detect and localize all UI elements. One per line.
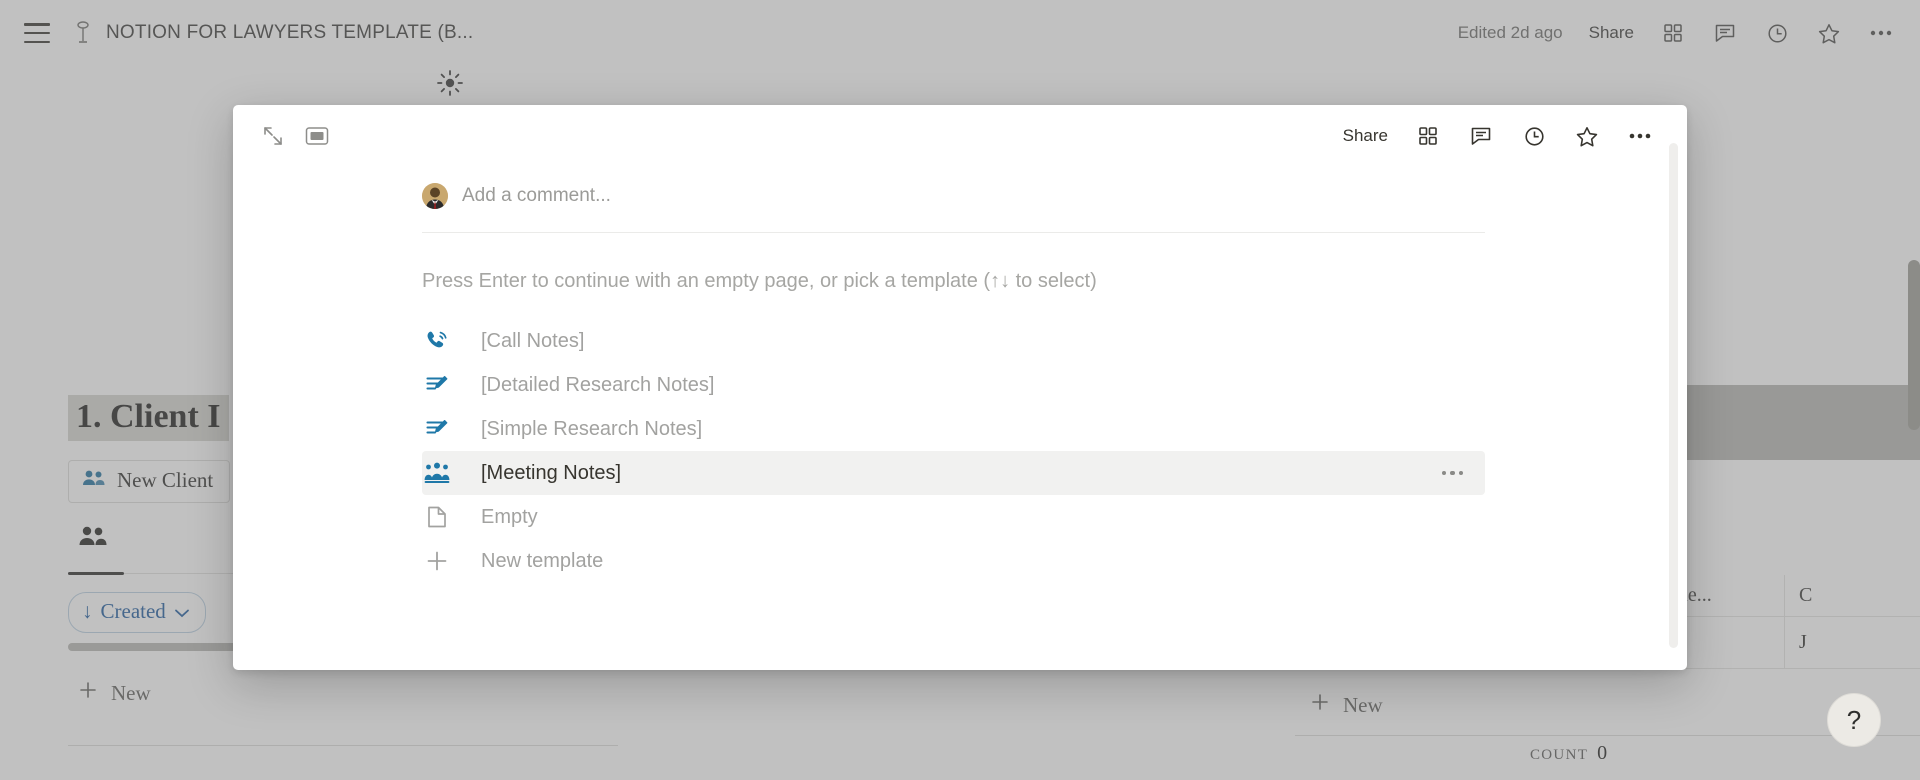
modal-header-left (258, 121, 332, 151)
template-item-label: [Call Notes] (481, 329, 585, 352)
people-group-icon (422, 458, 452, 488)
more-horizontal-icon[interactable] (1627, 123, 1653, 149)
plus-icon (1310, 692, 1330, 718)
column-header-secondary[interactable]: C (1785, 575, 1920, 617)
template-item-label: [Meeting Notes] (481, 461, 622, 484)
left-divider (68, 745, 618, 746)
phone-call-icon (422, 326, 452, 356)
template-hint-text: Press Enter to continue with an empty pa… (422, 270, 1097, 292)
people-icon (78, 526, 108, 551)
template-item-label: [Simple Research Notes] (481, 417, 703, 440)
template-item-meeting-notes[interactable]: [Meeting Notes] (422, 451, 1485, 495)
template-item-label: Empty (481, 505, 538, 528)
grid-blocks-icon[interactable] (1660, 20, 1686, 46)
template-item-label: New template (481, 549, 604, 572)
sun-icon (435, 68, 465, 103)
more-horizontal-icon[interactable] (1868, 20, 1894, 46)
template-picker-modal: Share Add a comment... Press Enter to co… (233, 105, 1687, 670)
template-item-label: [Detailed Research Notes] (481, 373, 715, 396)
template-item-new-template[interactable]: New template (422, 539, 1485, 583)
sort-chip-created[interactable]: ↓ Created (68, 592, 206, 633)
sort-chip-label: Created (100, 599, 166, 623)
new-row-button-right[interactable]: New (1310, 692, 1383, 718)
note-edit-icon (422, 370, 452, 400)
top-bar: NOTION FOR LAWYERS TEMPLATE (B... Edited… (0, 0, 1920, 66)
modal-scrollbar[interactable] (1669, 143, 1678, 648)
comment-icon[interactable] (1712, 20, 1738, 46)
cell-secondary[interactable]: J (1785, 617, 1920, 669)
note-edit-icon (422, 414, 452, 444)
right-divider (1295, 735, 1920, 736)
history-clock-icon[interactable] (1521, 123, 1547, 149)
modal-header-actions: Share (1343, 123, 1653, 149)
document-pin-icon (72, 20, 94, 46)
count-label: COUNT (1530, 747, 1589, 763)
top-bar-actions: Edited 2d ago Share (1458, 20, 1894, 46)
add-comment-input[interactable]: Add a comment... (462, 185, 611, 207)
last-edited-label: Edited 2d ago (1457, 23, 1563, 42)
help-button[interactable]: ? (1827, 693, 1881, 747)
new-client-button[interactable]: New Client (68, 460, 231, 503)
sidebar-item-clients-view[interactable] (78, 525, 108, 564)
people-icon (82, 468, 106, 493)
empty-page-icon (422, 502, 452, 532)
template-item-empty[interactable]: Empty (422, 495, 1485, 539)
page-scrollbar[interactable] (1908, 160, 1920, 780)
add-comment-row[interactable]: Add a comment... (422, 174, 1485, 218)
expand-diagonal-icon[interactable] (258, 121, 288, 151)
page-title[interactable]: NOTION FOR LAWYERS TEMPLATE (B... (106, 22, 473, 44)
new-row-button-left[interactable]: New (78, 680, 151, 706)
side-peek-icon[interactable] (302, 121, 332, 151)
new-client-label: New Client (117, 468, 214, 492)
section-heading: 1. Client I (68, 395, 229, 441)
star-icon[interactable] (1574, 123, 1600, 149)
share-button[interactable]: Share (1343, 126, 1388, 146)
hamburger-menu-icon[interactable] (24, 23, 50, 43)
sort-arrow-icon: ↓ (82, 599, 93, 623)
share-button[interactable]: Share (1589, 23, 1634, 43)
template-item-detailed-research-notes[interactable]: [Detailed Research Notes] (422, 363, 1485, 407)
plus-icon (422, 546, 452, 576)
modal-body: Add a comment... Press Enter to continue… (233, 174, 1687, 583)
template-item-call-notes[interactable]: [Call Notes] (422, 319, 1485, 363)
new-row-label: New (1343, 692, 1383, 717)
modal-header: Share (233, 105, 1687, 167)
history-clock-icon[interactable] (1764, 20, 1790, 46)
user-avatar (422, 183, 448, 209)
comment-divider (422, 232, 1485, 233)
comment-icon[interactable] (1468, 123, 1494, 149)
notion-app-window: NOTION FOR LAWYERS TEMPLATE (B... Edited… (0, 0, 1920, 780)
template-list: [Call Notes] [Detailed Research Notes] [… (233, 319, 1687, 583)
count-summary[interactable]: COUNT 0 (1530, 742, 1607, 765)
chevron-down-icon (174, 599, 190, 624)
new-row-label: New (111, 680, 151, 705)
more-horizontal-icon[interactable] (1441, 470, 1463, 476)
star-icon[interactable] (1816, 20, 1842, 46)
plus-icon (78, 680, 98, 706)
page-scrollbar-thumb[interactable] (1908, 260, 1920, 430)
active-tab-underline (68, 572, 124, 575)
count-value: 0 (1597, 742, 1608, 764)
template-item-simple-research-notes[interactable]: [Simple Research Notes] (422, 407, 1485, 451)
grid-blocks-icon[interactable] (1415, 123, 1441, 149)
